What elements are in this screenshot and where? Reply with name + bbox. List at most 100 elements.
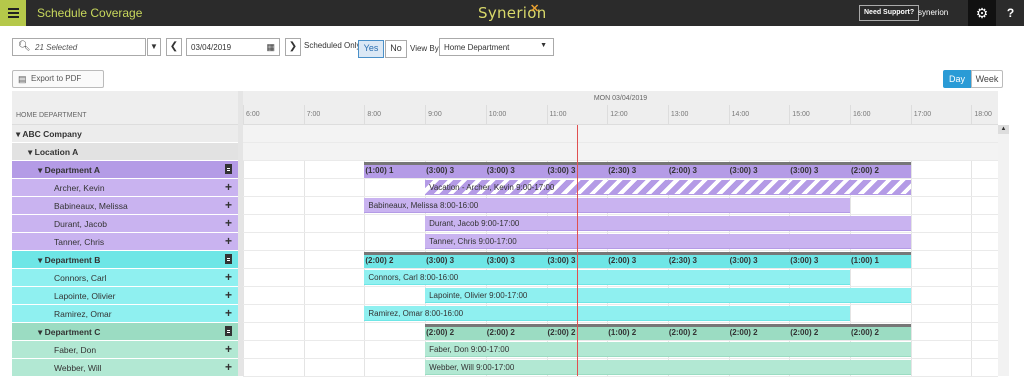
employee-row[interactable]: Durant, Jacob + — [12, 215, 238, 233]
add-shift-icon[interactable]: + — [225, 288, 232, 302]
employee-name: Connors, Carl — [54, 273, 107, 283]
employee-select[interactable]: 🔍︎ 21 Selected — [12, 38, 146, 56]
hourly-coverage-count: (2:00) 2 — [850, 328, 879, 337]
add-shift-icon[interactable]: + — [225, 360, 232, 374]
department-report-icon[interactable] — [225, 164, 232, 174]
employee-name: Durant, Jacob — [54, 219, 107, 229]
top-bar: Schedule Coverage Synerion ✕ Need Suppor… — [0, 0, 1024, 26]
add-shift-icon[interactable]: + — [225, 216, 232, 230]
employee-row[interactable]: Tanner, Chris + — [12, 233, 238, 251]
shift-bar[interactable]: Connors, Carl 8:00-16:00 — [364, 270, 850, 285]
shift-bar[interactable]: Lapointe, Olivier 9:00-17:00 — [425, 288, 911, 303]
vacation-bar[interactable]: Vacation - Archer, Kevin 9:00-17:00 — [425, 180, 911, 195]
gear-icon[interactable]: ⚙ — [968, 0, 996, 26]
menu-icon[interactable] — [0, 0, 26, 26]
timeline-row: Vacation - Archer, Kevin 9:00-17:00 — [243, 179, 998, 197]
hourly-coverage-count: (2:00) 2 — [790, 328, 819, 337]
department-report-icon[interactable] — [225, 326, 232, 336]
hourly-coverage-count: (1:00) 1 — [850, 256, 879, 265]
tree-department[interactable]: ▾ Department A — [12, 161, 238, 179]
hourly-coverage-count: (3:00) 3 — [486, 256, 515, 265]
export-pdf-button[interactable]: ▤ Export to PDF — [12, 70, 104, 88]
day-view-button[interactable]: Day — [943, 70, 971, 88]
shift-bar[interactable]: Durant, Jacob 9:00-17:00 — [425, 216, 911, 231]
employee-row[interactable]: Faber, Don + — [12, 341, 238, 359]
timeline-row — [243, 143, 998, 161]
tree-company[interactable]: ▾ ABC Company — [12, 125, 238, 143]
shift-bar[interactable]: Ramirez, Omar 8:00-16:00 — [364, 306, 850, 321]
timeline-row: Ramirez, Omar 8:00-16:00 — [243, 305, 998, 323]
department-label: ▾ Department B — [38, 255, 101, 265]
help-icon[interactable]: ? — [997, 0, 1024, 26]
next-day-button[interactable]: ❯ — [285, 38, 301, 56]
add-shift-icon[interactable]: + — [225, 180, 232, 194]
user-name[interactable]: synerion — [918, 8, 948, 17]
day-header: MON 03/04/2019 — [593, 95, 648, 102]
employee-row[interactable]: Babineaux, Melissa + — [12, 197, 238, 215]
add-shift-icon[interactable]: + — [225, 270, 232, 284]
department-report-icon[interactable] — [225, 254, 232, 264]
timeline-row — [243, 125, 998, 143]
employee-row[interactable]: Connors, Carl + — [12, 269, 238, 287]
chevron-down-icon[interactable]: ▼ — [147, 38, 161, 56]
shift-bar[interactable]: Webber, Will 9:00-17:00 — [425, 360, 911, 375]
filter-toolbar: 🔍︎ 21 Selected ▼ ❮ 03/04/2019 ▦ ❯ Schedu… — [0, 38, 1024, 58]
hour-label: 15:00 — [792, 111, 810, 118]
hour-divider — [607, 105, 609, 125]
need-support-button[interactable]: Need Support? — [859, 5, 920, 21]
hourly-coverage-count: (3:00) 3 — [547, 256, 576, 265]
department-coverage-bar[interactable]: (2:00) 2 (2:00) 2 (2:00) 2 (1:00) 2 (2:00) 2… — [425, 324, 911, 340]
hour-label: 8:00 — [367, 111, 382, 118]
employee-name: Faber, Don — [54, 345, 97, 355]
timeline-row: (2:00) 2 (3:00) 3 (3:00) 3 (3:00) 3 (2:00) 3… — [243, 251, 998, 269]
hour-label: 13:00 — [670, 111, 689, 118]
date-field[interactable]: 03/04/2019 ▦ — [186, 38, 280, 56]
hourly-coverage-count: (3:00) 3 — [790, 166, 819, 175]
logo-x-icon: ✕ — [530, 3, 540, 15]
view-by-select[interactable]: Home Department ▼ — [439, 38, 554, 56]
add-shift-icon[interactable]: + — [225, 342, 232, 356]
shift-bar[interactable]: Babineaux, Melissa 8:00-16:00 — [364, 198, 850, 213]
scheduled-only-yes-button[interactable]: Yes — [358, 40, 384, 58]
hour-divider — [910, 105, 912, 125]
calendar-icon[interactable]: ▦ — [266, 42, 275, 53]
scheduled-only-no-button[interactable]: No — [385, 40, 407, 58]
document-icon: ▤ — [18, 74, 27, 84]
home-department-header: HOME DEPARTMENT — [16, 112, 87, 119]
tree-location[interactable]: ▾ Location A — [12, 143, 238, 161]
employee-row[interactable]: Webber, Will + — [12, 359, 238, 377]
vertical-scrollbar[interactable] — [998, 125, 1009, 376]
hour-divider — [850, 105, 851, 125]
tree-department[interactable]: ▾ Department B — [12, 251, 238, 269]
add-shift-icon[interactable]: + — [225, 306, 232, 320]
hour-divider — [667, 105, 669, 125]
view-by-label: View By — [410, 44, 439, 53]
shift-bar[interactable]: Tanner, Chris 9:00-17:00 — [425, 234, 911, 249]
department-coverage-bar[interactable]: (1:00) 1 (3:00) 3 (3:00) 3 (3:00) 3 (2:30) 3… — [364, 162, 911, 178]
tree-department[interactable]: ▾ Department C — [12, 323, 238, 341]
hourly-coverage-count: (2:00) 3 — [608, 256, 637, 265]
add-shift-icon[interactable]: + — [225, 198, 232, 212]
department-coverage-bar[interactable]: (2:00) 2 (3:00) 3 (3:00) 3 (3:00) 3 (2:00) 3… — [364, 252, 911, 268]
employee-name: Ramirez, Omar — [54, 309, 112, 319]
schedule-grid: HOME DEPARTMENT MON 03/04/2019 6:00 7:00 8… — [12, 91, 1016, 377]
hour-label: 10:00 — [488, 111, 507, 118]
employee-row[interactable]: Lapointe, Olivier + — [12, 287, 238, 305]
scroll-up-icon[interactable]: ▲ — [998, 125, 1009, 134]
add-shift-icon[interactable]: + — [225, 234, 232, 248]
employee-row[interactable]: Ramirez, Omar + — [12, 305, 238, 323]
week-view-button[interactable]: Week — [971, 70, 1003, 88]
hourly-coverage-count: (1:00) 2 — [608, 328, 637, 337]
employee-row[interactable]: Archer, Kevin + — [12, 179, 238, 197]
shift-bar[interactable]: Faber, Don 9:00-17:00 — [425, 342, 911, 357]
timeline-row: Connors, Carl 8:00-16:00 — [243, 269, 998, 287]
scheduled-only-label: Scheduled Only — [304, 41, 361, 50]
previous-day-button[interactable]: ❮ — [166, 38, 182, 56]
hourly-coverage-count: (2:00) 2 — [668, 328, 697, 337]
hour-divider — [303, 105, 305, 125]
hourly-coverage-count: (3:00) 3 — [426, 166, 455, 175]
department-label: ▾ Department C — [38, 327, 101, 337]
export-pdf-label: Export to PDF — [31, 74, 82, 83]
caret-down-icon: ▼ — [540, 42, 547, 49]
hour-label: 18:00 — [974, 111, 992, 118]
